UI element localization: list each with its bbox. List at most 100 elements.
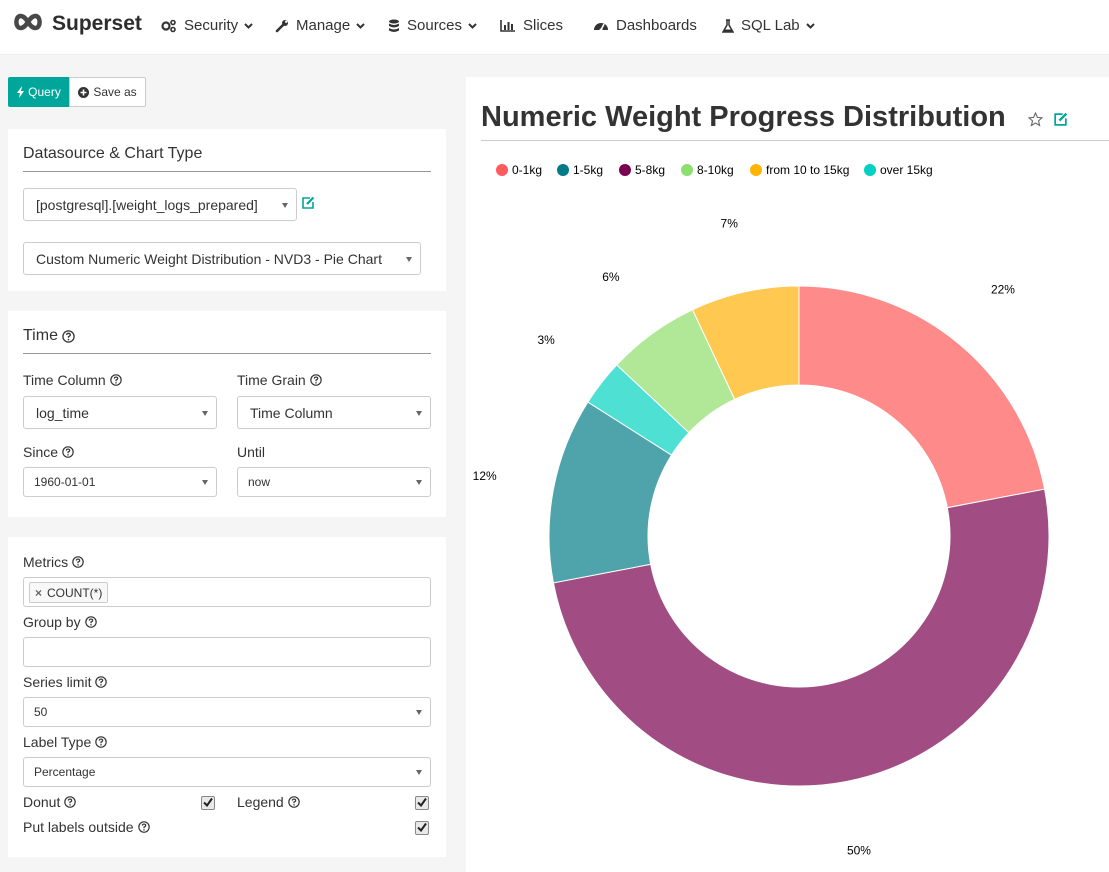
labels-outside-checkbox[interactable] <box>415 821 429 835</box>
chevron-down-icon <box>805 22 815 29</box>
donut-label-text: Donut <box>23 794 61 810</box>
save-as-button-label: Save as <box>93 85 137 99</box>
question-circle-icon[interactable] <box>95 736 108 748</box>
edit-datasource-icon[interactable] <box>301 196 315 215</box>
question-circle-icon[interactable] <box>62 329 75 343</box>
query-panel: Metrics × COUNT(*) Group by Series limit… <box>8 537 446 857</box>
group-by-label: Group by <box>23 614 97 630</box>
check-icon <box>203 794 213 812</box>
nav-security-menu[interactable]: Security <box>161 17 253 34</box>
nav-manage-menu[interactable]: Manage <box>275 17 365 34</box>
time-column-label-text: Time Column <box>23 372 106 388</box>
datasource-value: [postgresql].[weight_logs_prepared] <box>36 196 258 213</box>
query-button-label: Query <box>28 85 61 99</box>
since-label: Since <box>23 444 74 460</box>
plus-circle-icon <box>78 86 90 98</box>
time-panel-title: Time <box>23 327 75 345</box>
donut-checkbox[interactable] <box>201 796 215 810</box>
panel-divider <box>23 171 431 172</box>
series-limit-select[interactable]: 50 <box>23 697 431 727</box>
nav-slices-link[interactable]: Slices <box>500 17 563 34</box>
chevron-down-icon <box>468 22 477 29</box>
time-column-select[interactable]: log_time <box>23 396 217 429</box>
nav-manage-label: Manage <box>296 17 351 34</box>
since-label-text: Since <box>23 444 59 460</box>
nav-sqllab-menu[interactable]: SQL Lab <box>722 17 815 34</box>
infinity-logo-icon <box>12 13 44 36</box>
panel-divider <box>23 353 431 354</box>
chart-panel: Numeric Weight Progress Distribution 0-1… <box>466 77 1109 872</box>
time-grain-label: Time Grain <box>237 372 322 388</box>
dropdown-arrow-icon <box>416 770 422 775</box>
metric-tag: × COUNT(*) <box>29 582 109 603</box>
slice-label: 6% <box>602 270 620 284</box>
datasource-select[interactable]: [postgresql].[weight_logs_prepared] <box>23 188 297 221</box>
chart-type-select[interactable]: Custom Numeric Weight Distribution - NVD… <box>23 242 421 275</box>
question-circle-icon[interactable] <box>64 796 77 808</box>
time-panel: Time Time Column log_time Time Grain Tim… <box>8 311 446 517</box>
brand[interactable]: Superset <box>12 12 142 36</box>
dropdown-arrow-icon <box>416 710 422 715</box>
donut-chart: 22% 50% 12% 3% 6% 7% <box>473 217 1050 857</box>
legend-checkbox[interactable] <box>415 796 429 810</box>
question-circle-icon[interactable] <box>287 796 300 808</box>
remove-tag-icon[interactable]: × <box>35 586 42 600</box>
time-column-value: log_time <box>36 404 89 421</box>
chevron-down-icon <box>244 22 253 29</box>
chevron-down-icon <box>356 22 365 29</box>
dropdown-arrow-icon <box>202 480 208 485</box>
wrench-icon <box>275 19 289 33</box>
dashboard-gauge-icon <box>593 19 609 32</box>
time-grain-label-text: Time Grain <box>237 372 306 388</box>
slice-label: 3% <box>537 333 555 347</box>
nav-sources-menu[interactable]: Sources <box>388 17 477 34</box>
label-type-label-text: Label Type <box>23 734 92 750</box>
nav-sqllab-label: SQL Lab <box>741 17 800 34</box>
label-type-select[interactable]: Percentage <box>23 757 431 787</box>
dropdown-arrow-icon <box>406 256 412 262</box>
question-circle-icon[interactable] <box>62 446 74 458</box>
dropdown-arrow-icon <box>202 410 208 416</box>
time-grain-value: Time Column <box>250 404 333 421</box>
bolt-icon <box>17 86 25 98</box>
dropdown-arrow-icon <box>416 480 422 485</box>
question-circle-icon[interactable] <box>309 374 322 386</box>
since-value: 1960-01-01 <box>34 475 96 489</box>
donut-slice[interactable] <box>798 285 1046 509</box>
nav-dashboards-label: Dashboards <box>616 17 697 34</box>
time-grain-select[interactable]: Time Column <box>237 396 431 429</box>
slice-label: 12% <box>473 469 497 483</box>
save-as-button[interactable]: Save as <box>69 77 146 107</box>
until-value: now <box>248 475 271 489</box>
nav-security-label: Security <box>184 17 239 34</box>
nav-sources-label: Sources <box>407 17 463 34</box>
question-circle-icon[interactable] <box>95 676 108 688</box>
series-limit-label: Series limit <box>23 674 108 690</box>
nav-slices-label: Slices <box>523 17 564 34</box>
check-icon <box>417 794 427 812</box>
group-by-input[interactable] <box>23 637 431 667</box>
datasource-panel: Datasource & Chart Type [postgresql].[we… <box>8 129 446 291</box>
question-circle-icon[interactable] <box>72 556 84 568</box>
query-button[interactable]: Query <box>8 77 70 107</box>
question-circle-icon[interactable] <box>84 616 97 628</box>
cogs-icon <box>161 19 177 33</box>
question-circle-icon[interactable] <box>137 821 150 833</box>
slice-label: 22% <box>991 282 1015 296</box>
since-select[interactable]: 1960-01-01 <box>23 467 217 497</box>
nav-dashboards-link[interactable]: Dashboards <box>593 17 697 34</box>
until-select[interactable]: now <box>237 467 431 497</box>
group-by-label-text: Group by <box>23 614 81 630</box>
label-type-value: Percentage <box>34 765 96 779</box>
series-limit-label-text: Series limit <box>23 674 92 690</box>
legend-label-text: Legend <box>237 794 284 810</box>
slice-label: 7% <box>721 217 739 231</box>
question-circle-icon[interactable] <box>109 374 122 386</box>
bar-chart-icon <box>500 19 516 32</box>
chart-type-value: Custom Numeric Weight Distribution - NVD… <box>36 250 382 267</box>
metrics-input[interactable]: × COUNT(*) <box>23 577 431 607</box>
labels-outside-label: Put labels outside <box>23 819 150 835</box>
time-panel-title-text: Time <box>23 327 58 344</box>
top-navbar: Superset Security Manage Sources Slices … <box>0 0 1109 55</box>
datasource-panel-title: Datasource & Chart Type <box>23 145 203 162</box>
